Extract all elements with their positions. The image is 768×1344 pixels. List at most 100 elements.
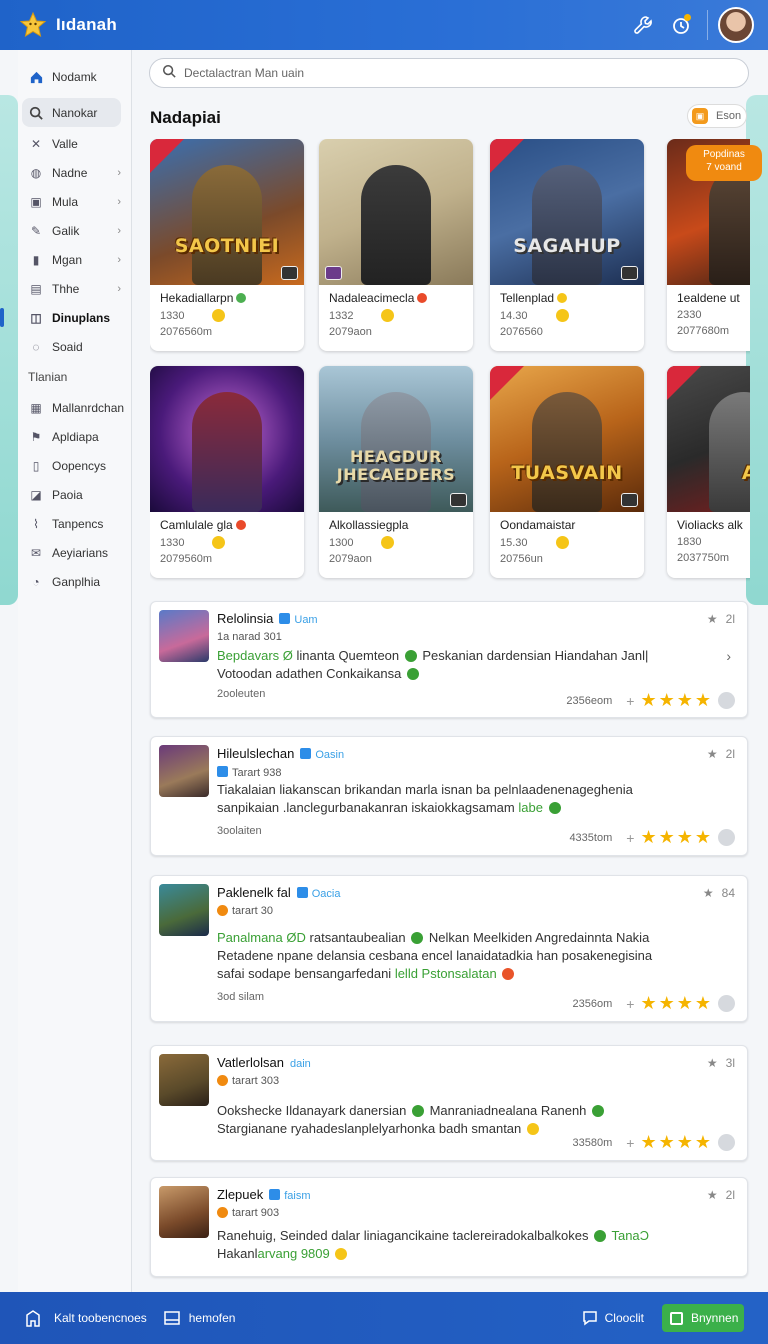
square-icon — [670, 1311, 683, 1325]
bottom-mid-link[interactable]: hemofen — [189, 1311, 236, 1325]
sidebar-item-apldiapa[interactable]: ⚑ Apldiapa — [18, 422, 131, 451]
app-title: Iıdanah — [56, 15, 117, 34]
game-card[interactable]: ABS Violiacks alk 1830 2037750m — [667, 366, 750, 578]
toggle-label: Eson — [716, 110, 742, 122]
brush-icon: ✎ — [30, 223, 42, 238]
sidebar-item-mula[interactable]: ▣ Mula › — [18, 187, 131, 216]
sidebar-item-ganplhia[interactable]: ◔ Ganplhia — [18, 567, 131, 596]
art-title: TUASVAIN — [511, 462, 623, 484]
corner-ribbon — [490, 366, 524, 400]
section-title: Nadapiai — [150, 108, 221, 127]
sidebar-item-label: Dinuplans — [52, 310, 111, 325]
review-meta: 1a narad 301 — [217, 631, 282, 643]
review-item[interactable]: Paklenelk fal Oacia tarart 30 Panalmana Ø… — [150, 875, 748, 1022]
star-icon: ★ — [676, 827, 693, 847]
review-item[interactable]: Zlepuek faism tarart 903 Ranehuig, Seinde… — [150, 1177, 748, 1277]
verified-icon — [300, 748, 312, 759]
sidebar-item-mallanrdchan[interactable]: ▦ Mallanrdchan — [18, 393, 131, 422]
notification-icon[interactable] — [665, 9, 697, 41]
review-body: Bepdavars Ø linanta Quemteon Peskanian d… — [217, 647, 717, 683]
game-card[interactable]: SAGAHUP Tellenplad 14.30 2076560 — [490, 139, 644, 351]
sidebar-item-home[interactable]: Nodamk — [18, 60, 131, 94]
chevron-right-icon: › — [117, 166, 121, 179]
window-icon — [163, 1309, 181, 1327]
review-thumbnail — [159, 884, 209, 936]
plus-icon: + — [626, 829, 635, 846]
chevron-right-icon[interactable]: › — [726, 648, 731, 664]
bottom-right-link[interactable]: Clooclit — [605, 1311, 644, 1325]
sidebar-item-oopencys[interactable]: ▯ Oopencys — [18, 451, 131, 480]
review-score: ★ 84 — [702, 886, 735, 900]
review-line: Retadene npane delansia cesbana encel la… — [217, 948, 653, 963]
sidebar: Nodamk Nanokar ✕ Valle ◍ Nadne › ▣ Mula … — [0, 50, 132, 1292]
primary-action-label: Bnynnen — [691, 1311, 739, 1325]
sidebar-item-nadne[interactable]: ◍ Nadne › — [18, 158, 131, 187]
wrench-icon[interactable] — [627, 9, 659, 41]
review-line: Ookshecke Ildanayark danersian Manraniad… — [217, 1102, 717, 1120]
more-icon[interactable] — [718, 1134, 735, 1151]
sidebar-item-galik[interactable]: ✎ Galik › — [18, 216, 131, 245]
character-art — [532, 392, 602, 512]
game-sub: 2079aon — [329, 326, 372, 338]
character-art — [361, 165, 431, 285]
sidebar-item-mgan[interactable]: ▮ Mgan › — [18, 245, 131, 274]
game-card[interactable]: TUASVAIN Oondamaistar 15.30 20756un — [490, 366, 644, 578]
globe-icon: ◍ — [30, 165, 42, 180]
sidebar-item-label: Tanpencs — [52, 516, 104, 531]
game-card[interactable]: Camlulale gla 1330 2079560m — [150, 366, 304, 578]
game-thumbnail: TUASVAIN — [490, 366, 644, 512]
more-icon[interactable] — [718, 995, 735, 1012]
game-card[interactable]: HEAGDUR JHECAEDERS Alkollassiegpla 1300 … — [319, 366, 473, 578]
more-icon[interactable] — [718, 692, 735, 709]
user-avatar[interactable] — [718, 7, 754, 43]
more-icon[interactable] — [718, 829, 735, 846]
sidebar-item-search[interactable]: Nanokar — [22, 98, 121, 127]
review-item[interactable]: Relolinsia Uam 1a narad 301 Bepdavars Ø l… — [150, 601, 748, 718]
sidebar-item-tanpencs[interactable]: ⌇ Tanpencs — [18, 509, 131, 538]
sidebar-item-thhe[interactable]: ▤ Thhe › — [18, 274, 131, 303]
review-item[interactable]: Vatlerlolsan dain tarart 303 Ookshecke Il… — [150, 1045, 748, 1161]
review-title: Zlepuek faism — [217, 1187, 311, 1202]
review-meta: tarart 30 — [217, 905, 273, 917]
primary-action-button[interactable]: Bnynnen — [662, 1304, 744, 1332]
game-card[interactable]: Nadaleacimecla 1332 2079aon — [319, 139, 473, 351]
view-toggle-button[interactable]: ▣ Eson — [687, 104, 747, 128]
sidebar-item-soaid[interactable]: ◌ Soaid — [18, 332, 131, 361]
review-stats: 4335tom + ★ ★ ★ ★ — [569, 827, 735, 848]
character-art — [532, 165, 602, 285]
review-stat: 33580m — [572, 1136, 613, 1149]
promo-badge[interactable]: Popdinas 7 voand — [686, 145, 762, 181]
review-item[interactable]: Hileulslechan Oasin Tarart 938 Tiakalaian… — [150, 736, 748, 856]
verified-icon — [296, 887, 308, 898]
bottom-bar: Kalt toobencnoes hemofen Clooclit Bnynne… — [0, 1292, 768, 1344]
plus-icon: + — [626, 692, 635, 709]
badge-icon — [217, 766, 228, 777]
star-outline-icon: ★ — [706, 612, 718, 626]
game-sub: 2076560m — [160, 326, 212, 338]
review-time: 2ooleuten — [217, 688, 266, 700]
chevron-right-icon: › — [117, 224, 121, 237]
game-name: Hekadiallarpn — [160, 291, 294, 305]
review-meta: Tarart 938 — [217, 766, 282, 779]
sidebar-item-label: Mgan — [52, 252, 83, 267]
bottom-left-link[interactable]: Kalt toobencnoes — [54, 1311, 147, 1325]
verified-icon — [269, 1189, 281, 1200]
game-count: 15.30 — [500, 536, 528, 549]
sidebar-item-aeyiarians[interactable]: ✉ Aeyiarians — [18, 538, 131, 567]
media-icon — [325, 266, 342, 280]
emoji-icon — [217, 1207, 228, 1218]
search-bar[interactable] — [149, 58, 749, 88]
building-icon[interactable] — [24, 1309, 42, 1327]
search-input[interactable] — [184, 66, 724, 80]
media-icon — [621, 493, 638, 507]
sidebar-item-paoia[interactable]: ◪ Paoia — [18, 480, 131, 509]
sidebar-item-valle[interactable]: ✕ Valle — [18, 129, 131, 158]
emoji-icon — [217, 1075, 228, 1086]
grid-icon: ▦ — [30, 400, 42, 415]
emoji-icon — [381, 309, 395, 322]
game-count: 1330 — [160, 309, 185, 322]
game-count: 1830 — [677, 536, 702, 548]
game-card[interactable]: SAOTNIEI Hekadiallarpn 1330 2076560m — [150, 139, 304, 351]
sidebar-item-dinuplans[interactable]: ◫ Dinuplans — [0, 303, 131, 332]
sidebar-item-label: Aeyiarians — [52, 545, 109, 560]
